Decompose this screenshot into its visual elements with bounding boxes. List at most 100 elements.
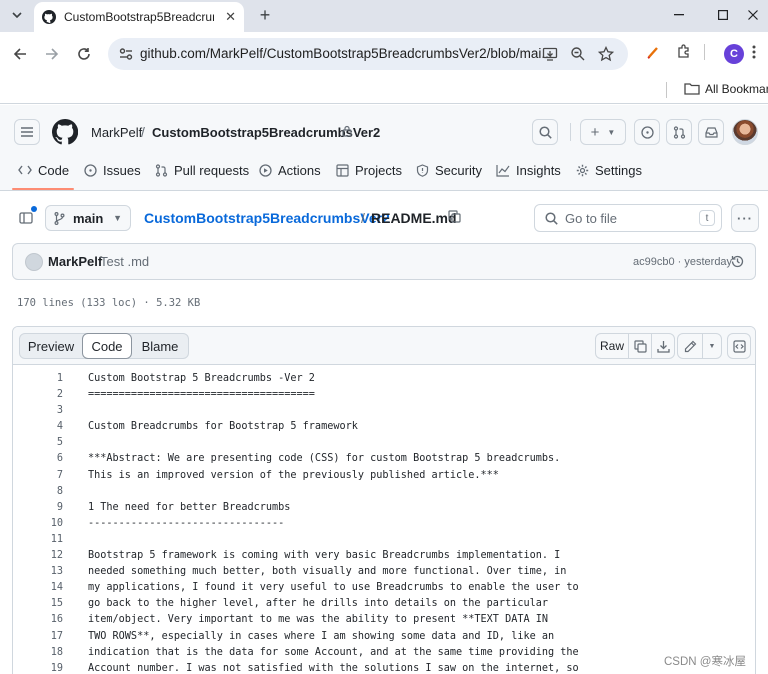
line-number[interactable]: 18 [13,647,63,658]
line-text: -------------------------------- [88,517,285,529]
inbox-icon [704,126,718,138]
line-number[interactable]: 12 [13,550,63,561]
tab-issues[interactable]: Issues [84,163,141,191]
forward-arrow-icon[interactable] [40,42,64,66]
preview-tab-button[interactable]: Preview [20,333,82,359]
issue-opened-icon [640,125,654,139]
search-button[interactable] [532,119,558,145]
line-number[interactable]: 1 [13,373,63,384]
extensions-puzzle-icon[interactable] [676,44,692,60]
tab-label: Settings [595,163,642,178]
branch-selector-button[interactable]: main ▼ [45,205,131,231]
tab-close-icon[interactable]: ✕ [225,9,236,25]
create-new-button[interactable]: + ▼ [580,119,626,145]
github-favicon-icon [42,10,56,24]
line-number[interactable]: 4 [13,421,63,432]
tab-settings[interactable]: Settings [576,163,642,191]
browser-tab-title: CustomBootstrap5Breadcrumbs [64,10,214,24]
line-number[interactable]: 17 [13,631,63,642]
code-line: 18 indication that is the data for some A… [13,645,755,661]
watermark-text: CSDN @寒冰屋 [664,656,746,668]
issues-button[interactable] [634,119,660,145]
inbox-button[interactable] [698,119,724,145]
bookmarks-bar: All Bookmark [0,76,768,104]
new-tab-icon[interactable]: + [254,4,276,26]
commit-author-link[interactable]: MarkPelf [48,254,102,269]
tab-pull-requests[interactable]: Pull requests [155,163,249,191]
window-close-icon[interactable] [738,4,768,26]
line-number[interactable]: 9 [13,502,63,513]
commit-author-avatar[interactable] [25,253,43,271]
line-number[interactable]: 8 [13,486,63,497]
file-viewer: Preview Code Blame Raw ▼ 1 Custom Bootstr… [12,326,756,674]
line-number[interactable]: 2 [13,389,63,400]
minimize-icon[interactable] [664,4,694,26]
browser-tab-active[interactable]: CustomBootstrap5Breadcrumbs ✕ [34,2,244,32]
github-mark-icon[interactable] [52,119,78,145]
line-number[interactable]: 15 [13,598,63,609]
tab-search-chevron-icon[interactable] [6,4,28,26]
tab-projects[interactable]: Projects [336,163,402,191]
issue-opened-icon [84,164,97,177]
line-number[interactable]: 5 [13,437,63,448]
zoom-icon[interactable] [570,46,586,62]
bookmark-star-icon[interactable] [598,46,614,62]
install-app-icon[interactable] [542,46,558,62]
line-text: ***Abstract: We are presenting code (CSS… [88,453,561,465]
hamburger-menu-button[interactable] [14,119,40,145]
code-line: 17 TWO ROWS**, especially in cases where … [13,629,755,645]
edit-file-button[interactable] [677,333,703,359]
line-text: Bootstrap 5 framework is coming with ver… [88,550,561,562]
path-repo-link[interactable]: CustomBootstrap5BreadcrumbsVer2 [144,210,390,226]
more-options-button[interactable]: ··· [731,204,759,232]
code-line: 4 Custom Breadcrumbs for Bootstrap 5 fram… [13,419,755,435]
reload-icon[interactable] [72,42,96,66]
download-button[interactable] [651,333,675,359]
tab-label: Security [435,163,482,178]
blame-tab-button[interactable]: Blame [132,333,188,359]
site-info-icon[interactable] [118,46,134,62]
line-number[interactable]: 14 [13,582,63,593]
file-stats: 170 lines (133 loc) · 5.32 KB [17,297,201,309]
line-number[interactable]: 11 [13,534,63,545]
profile-avatar[interactable]: C [724,44,744,64]
history-icon[interactable] [730,254,745,269]
line-number[interactable]: 16 [13,614,63,625]
chrome-menu-icon[interactable] [752,44,756,60]
all-bookmarks-link[interactable]: All Bookmark [705,82,768,96]
triangle-down-icon: ▼ [607,127,616,137]
extension-pen-icon[interactable] [646,44,660,60]
line-number[interactable]: 10 [13,518,63,529]
breadcrumb-owner-link[interactable]: MarkPelf [91,125,142,140]
line-number[interactable]: 7 [13,470,63,481]
raw-button[interactable]: Raw [595,333,629,359]
commit-message-link[interactable]: Test .md [100,254,149,269]
tab-code[interactable]: Code [18,163,69,191]
copy-path-icon[interactable] [448,210,461,223]
folder-icon [684,83,700,95]
copy-icon [633,339,647,353]
tab-label: Insights [516,163,561,178]
user-avatar[interactable] [732,119,758,145]
pull-requests-button[interactable] [666,119,692,145]
maximize-icon[interactable] [708,4,738,26]
back-arrow-icon[interactable] [8,42,32,66]
code-tab-button[interactable]: Code [82,333,132,359]
edit-options-dropdown[interactable]: ▼ [702,333,722,359]
go-to-file-input[interactable]: Go to file t [534,204,722,232]
download-icon [656,340,670,353]
tab-insights[interactable]: Insights [496,163,561,191]
code-line: 2 ===================================== [13,387,755,403]
address-bar[interactable]: github.com/MarkPelf/CustomBootstrap5Brea… [108,38,628,70]
copy-raw-button[interactable] [628,333,652,359]
tab-actions[interactable]: Actions [259,163,321,191]
symbols-panel-button[interactable] [727,333,751,359]
line-number[interactable]: 19 [13,663,63,674]
toolbar-divider [704,44,705,60]
line-number[interactable]: 6 [13,453,63,464]
commit-sha-and-time[interactable]: ac99cb0 · yesterday [633,256,732,268]
tab-security[interactable]: Security [416,163,482,191]
browser-toolbar: github.com/MarkPelf/CustomBootstrap5Brea… [0,32,768,76]
line-number[interactable]: 13 [13,566,63,577]
line-number[interactable]: 3 [13,405,63,416]
